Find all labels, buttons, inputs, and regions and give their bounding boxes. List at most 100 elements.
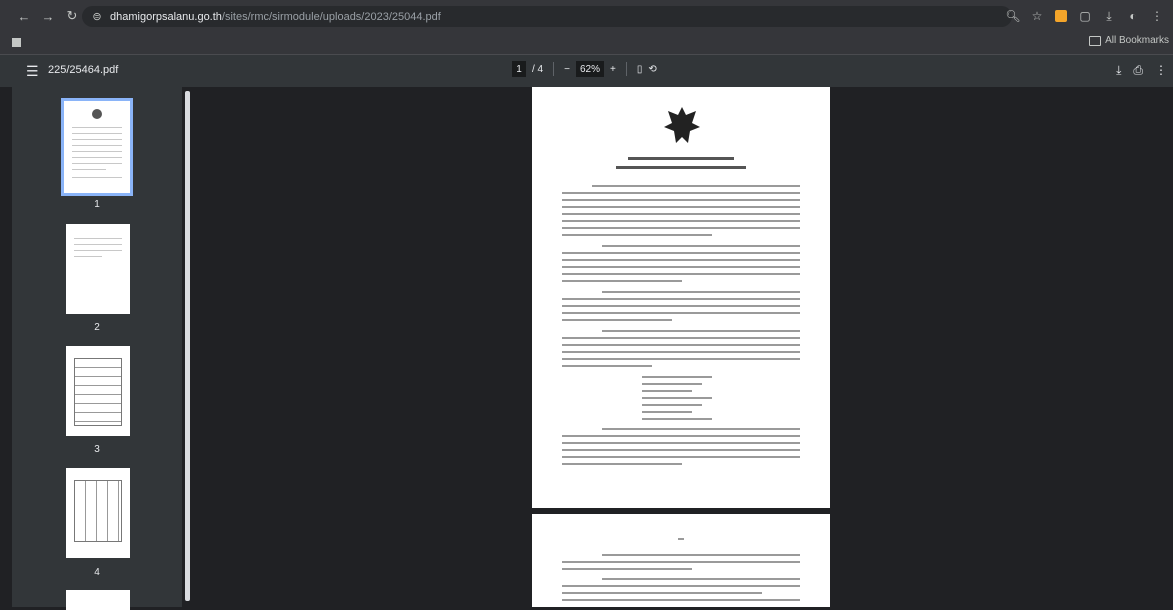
menu-more-icon[interactable]: ⋮ [1147, 6, 1167, 26]
text-line [602, 291, 800, 293]
sidebar-scrollbar[interactable] [184, 87, 192, 607]
text-line [562, 234, 712, 236]
text-line [562, 319, 672, 321]
text-line [562, 266, 800, 268]
reload-icon[interactable]: ↻ [62, 6, 82, 26]
text-line [562, 337, 800, 339]
text-line [562, 456, 800, 458]
text-line [562, 220, 800, 222]
text-line [562, 358, 800, 360]
text-line [602, 330, 800, 332]
extension-badge [1055, 10, 1067, 22]
text-line [642, 397, 712, 399]
toolbar-divider [625, 62, 627, 76]
text-line [562, 199, 800, 201]
all-bookmarks-button[interactable]: All Bookmarks [1089, 35, 1169, 46]
thumbnail-label: 2 [94, 322, 100, 333]
page-number-input[interactable]: 1 [512, 61, 526, 77]
pdf-viewer[interactable] [192, 87, 1173, 607]
text-line [562, 463, 682, 465]
sidepanel-icon[interactable]: ▢ [1075, 6, 1095, 26]
profile-icon[interactable]: ◐ [1123, 6, 1143, 26]
address-bar[interactable]: ⊜ dhamigorpsalanu.go.th /sites/rmc/sirmo… [82, 6, 1012, 27]
zoom-level-input[interactable]: 62% [575, 61, 604, 77]
star-icon[interactable]: ☆ [1027, 6, 1047, 26]
text-line [678, 538, 684, 540]
url-host: dhamigorpsalanu.go.th [110, 10, 222, 23]
back-icon[interactable]: ← [14, 6, 34, 26]
text-line [562, 351, 800, 353]
apps-icon[interactable] [12, 38, 21, 47]
folder-icon [1089, 35, 1102, 46]
text-line [562, 568, 692, 570]
text-line [642, 376, 712, 378]
text-line [562, 585, 800, 587]
pdf-more-icon[interactable]: ⋮ [1155, 63, 1167, 78]
text-line [562, 213, 800, 215]
garuda-emblem-icon [664, 107, 700, 143]
thumbnail-page-5-partial[interactable] [66, 590, 130, 610]
text-line [602, 578, 800, 580]
pdf-page-2 [532, 514, 830, 607]
text-line [602, 428, 800, 430]
bookmarks-bar: All Bookmarks [0, 32, 1173, 55]
text-line [562, 442, 800, 444]
sidebar-scroll-thumb[interactable] [185, 91, 190, 601]
pdf-actions: ⤓ ⎙ ⋮ [1116, 63, 1167, 78]
text-line [562, 599, 800, 601]
fit-page-icon[interactable]: ▯ [637, 64, 643, 75]
thumbnail-page-3[interactable] [66, 346, 130, 436]
toolbar-actions: 🔍︎ ☆ ▢ ⤓ ◐ ⋮ [1003, 6, 1167, 26]
text-line [562, 449, 800, 451]
text-line [562, 206, 800, 208]
thumbnail-page-4[interactable] [66, 468, 130, 558]
site-info-icon[interactable]: ⊜ [90, 10, 104, 24]
zoom-out-button[interactable]: − [564, 64, 570, 75]
text-line [562, 592, 762, 594]
print-icon[interactable]: ⎙ [1133, 63, 1143, 78]
text-line [562, 259, 800, 261]
text-line [562, 227, 800, 229]
hamburger-menu-icon[interactable]: ☰ [26, 63, 39, 80]
text-line [562, 344, 800, 346]
text-line [562, 298, 800, 300]
browser-toolbar: ← → ↻ ⊜ dhamigorpsalanu.go.th /sites/rmc… [0, 0, 1173, 32]
extension-icon[interactable] [1051, 6, 1071, 26]
text-line [592, 185, 800, 187]
text-line [642, 404, 702, 406]
thumbnail-label: 4 [94, 567, 100, 578]
text-line [562, 280, 682, 282]
thumbnail-page-2[interactable] [66, 224, 130, 314]
text-line [602, 554, 800, 556]
thumbnail-label: 3 [94, 444, 100, 455]
text-line [642, 418, 712, 420]
search-icon[interactable]: 🔍︎ [1003, 6, 1023, 26]
url-path: /sites/rmc/sirmodule/uploads/2023/25044.… [221, 10, 441, 23]
text-line [642, 411, 692, 413]
thumbnail-page-1[interactable] [61, 98, 133, 196]
text-line [562, 312, 800, 314]
thumbnail-table [74, 358, 122, 426]
text-line [562, 192, 800, 194]
download-icon[interactable]: ⤓ [1099, 6, 1119, 26]
pdf-page-zoom-controls: 1 / 4 − 62% + ▯ ⟲ [512, 61, 657, 77]
text-line [642, 383, 702, 385]
pdf-download-icon[interactable]: ⤓ [1116, 63, 1121, 78]
pdf-toolbar: ☰ 225/25464.pdf 1 / 4 − 62% + ▯ ⟲ ⤓ ⎙ ⋮ [0, 55, 1173, 87]
zoom-in-button[interactable]: + [610, 64, 616, 75]
thumbnail-emblem [92, 109, 102, 119]
rotate-icon[interactable]: ⟲ [648, 64, 656, 75]
text-line [642, 390, 692, 392]
thumbnail-table [74, 480, 122, 542]
all-bookmarks-label: All Bookmarks [1105, 35, 1169, 46]
forward-icon[interactable]: → [38, 6, 58, 26]
page-total: / 4 [532, 63, 544, 75]
text-line [562, 561, 800, 563]
toolbar-divider [553, 62, 555, 76]
text-line [562, 305, 800, 307]
doc-title-line [628, 157, 734, 160]
thumbnail-sidebar: 1 2 3 4 [12, 87, 182, 610]
pdf-page-1 [532, 87, 830, 508]
text-line [562, 365, 652, 367]
pdf-file-title: 225/25464.pdf [48, 64, 119, 76]
